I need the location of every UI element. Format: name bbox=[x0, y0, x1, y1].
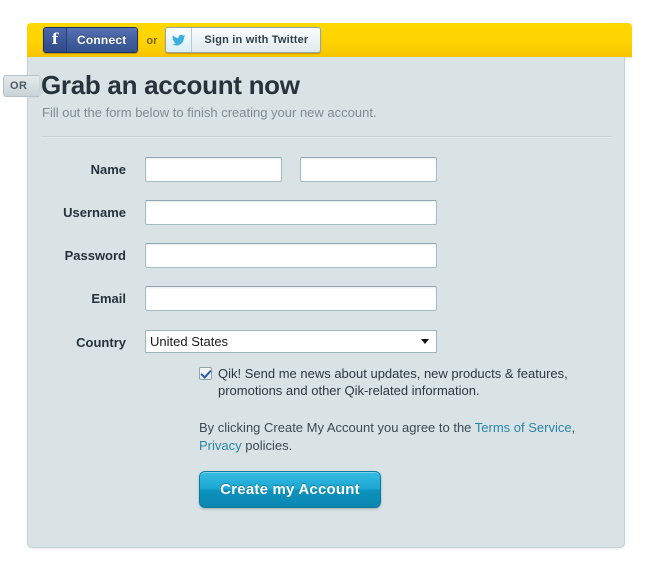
form-row-username: Username bbox=[0, 200, 437, 225]
chevron-down-icon bbox=[421, 339, 429, 344]
terms-of-service-link[interactable]: Terms of Service bbox=[475, 420, 572, 435]
username-label: Username bbox=[63, 205, 126, 220]
form-row-password: Password bbox=[0, 243, 437, 268]
form-row-country: Country United States bbox=[0, 330, 437, 353]
country-select[interactable]: United States bbox=[145, 330, 437, 353]
facebook-connect-button[interactable]: f Connect bbox=[43, 27, 139, 53]
terms-notice: By clicking Create My Account you agree … bbox=[199, 419, 599, 455]
username-input[interactable] bbox=[145, 200, 437, 225]
or-badge: OR bbox=[3, 75, 50, 97]
social-signin-bar: f Connect or Sign in with Twitter bbox=[27, 23, 632, 57]
create-account-button[interactable]: Create my Account bbox=[199, 471, 381, 508]
page-subtitle: Fill out the form below to finish creati… bbox=[42, 105, 377, 120]
newsletter-checkbox[interactable] bbox=[199, 367, 212, 380]
email-label: Email bbox=[91, 291, 126, 306]
newsletter-label: Qik! Send me news about updates, new pro… bbox=[218, 366, 568, 398]
first-name-input[interactable] bbox=[145, 157, 282, 182]
terms-middle: , bbox=[571, 420, 576, 435]
facebook-f-icon: f bbox=[44, 28, 67, 52]
last-name-input[interactable] bbox=[300, 157, 437, 182]
terms-suffix: policies. bbox=[241, 438, 293, 453]
country-select-value: United States bbox=[150, 334, 229, 349]
twitter-signin-button[interactable]: Sign in with Twitter bbox=[165, 27, 322, 53]
social-buttons-group: f Connect or Sign in with Twitter bbox=[43, 27, 322, 53]
form-row-email: Email bbox=[0, 286, 437, 311]
social-separator-label: or bbox=[146, 35, 158, 47]
email-input[interactable] bbox=[145, 286, 437, 311]
facebook-connect-label: Connect bbox=[67, 28, 138, 52]
header-divider bbox=[41, 136, 612, 138]
name-label: Name bbox=[90, 162, 126, 177]
privacy-link[interactable]: Privacy bbox=[199, 438, 242, 453]
or-badge-label: OR bbox=[10, 80, 28, 92]
newsletter-optin-row: Qik! Send me news about updates, new pro… bbox=[199, 365, 599, 399]
password-input[interactable] bbox=[145, 243, 437, 268]
twitter-bird-icon bbox=[166, 28, 193, 52]
form-row-name: Name bbox=[0, 157, 437, 182]
terms-prefix: By clicking Create My Account you agree … bbox=[199, 420, 475, 435]
twitter-signin-label: Sign in with Twitter bbox=[192, 28, 321, 52]
country-label: Country bbox=[76, 335, 126, 350]
password-label: Password bbox=[64, 248, 126, 263]
page-title: Grab an account now bbox=[41, 70, 300, 100]
